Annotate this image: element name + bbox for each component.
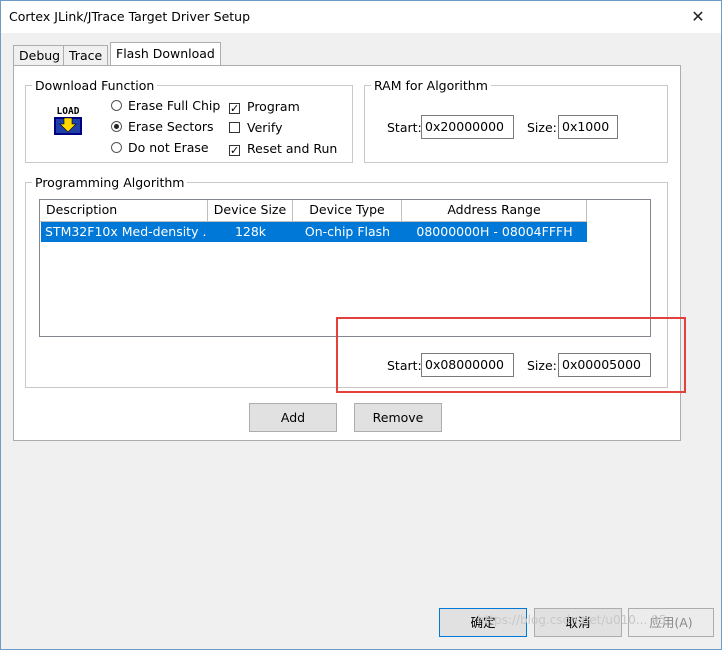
radio-selected-icon[interactable] — [111, 121, 122, 132]
checkmark-icon[interactable]: ✓ — [229, 145, 240, 156]
do-not-erase-option[interactable]: Do not Erase — [111, 140, 209, 155]
program-checkbox[interactable]: ✓ Program — [229, 99, 300, 114]
tab-trace[interactable]: Trace — [63, 45, 109, 65]
window-title: Cortex JLink/JTrace Target Driver Setup — [9, 9, 251, 24]
row-device-size: 128k — [234, 224, 267, 239]
add-button[interactable]: Add — [249, 403, 337, 432]
watermark-text: https://blog.csdn.net/u010... 95 — [477, 613, 667, 627]
ram-for-algorithm-label: RAM for Algorithm — [371, 78, 491, 93]
table-row[interactable]: STM32F10x Med-density ... 128k On-chip F… — [41, 222, 587, 242]
radio-icon[interactable] — [111, 142, 122, 153]
checkmark-icon[interactable]: ✓ — [229, 103, 240, 114]
row-address-range: 08000000H - 08004FFFH — [416, 224, 573, 239]
remove-button[interactable]: Remove — [354, 403, 442, 432]
column-header-description[interactable]: Description — [40, 200, 208, 222]
load-icon: LOAD — [54, 106, 82, 135]
title-bar: Cortex JLink/JTrace Target Driver Setup … — [1, 1, 721, 33]
erase-full-chip-option[interactable]: Erase Full Chip — [111, 98, 220, 113]
dialog-window: Cortex JLink/JTrace Target Driver Setup … — [0, 0, 722, 650]
download-function-label: Download Function — [32, 78, 158, 93]
reset-and-run-checkbox[interactable]: ✓ Reset and Run — [229, 141, 337, 156]
tab-debug[interactable]: Debug — [13, 45, 67, 65]
erase-sectors-option[interactable]: Erase Sectors — [111, 119, 214, 134]
radio-icon[interactable] — [111, 100, 122, 111]
load-icon-text: LOAD — [57, 106, 80, 117]
ram-start-input[interactable]: 0x20000000 — [421, 115, 514, 139]
row-description: STM32F10x Med-density ... — [45, 224, 207, 239]
ram-start-label: Start: — [387, 120, 422, 135]
annotation-highlight-box — [336, 317, 686, 393]
verify-checkbox[interactable]: Verify — [229, 120, 282, 135]
column-header-address-range[interactable]: Address Range — [402, 200, 587, 222]
tab-flash-download[interactable]: Flash Download — [110, 42, 221, 66]
row-device-type: On-chip Flash — [304, 224, 391, 239]
column-header-device-type[interactable]: Device Type — [293, 200, 402, 222]
ram-size-input[interactable]: 0x1000 — [558, 115, 618, 139]
column-header-device-size[interactable]: Device Size — [208, 200, 293, 222]
programming-algorithm-label: Programming Algorithm — [32, 175, 188, 190]
checkbox-icon[interactable] — [229, 122, 240, 133]
close-icon[interactable]: ✕ — [685, 5, 711, 29]
ram-size-label: Size: — [527, 120, 557, 135]
